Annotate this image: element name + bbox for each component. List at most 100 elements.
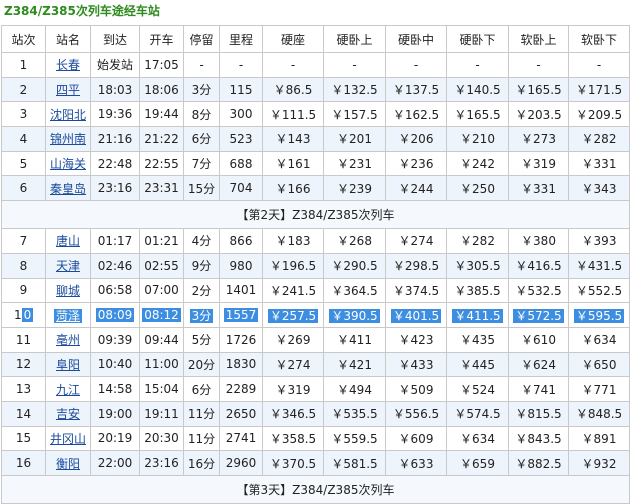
table-row[interactable]: 3 沈阳北 19:36 19:44 8分 300 ￥111.5 ￥157.5 ￥162.5 ￥16… (1, 101, 630, 128)
cell-text: 20分 (187, 357, 216, 372)
cell-station[interactable]: 吉安 (45, 400, 91, 427)
station-link[interactable]: 吉安 (56, 407, 80, 421)
station-link[interactable]: 阜阳 (56, 358, 80, 372)
cell-hard-seat: ￥161 (262, 150, 324, 177)
cell-text: ￥157.5 (331, 107, 378, 122)
table-row[interactable]: 5 山海关 22:48 22:55 7分 688 ￥161 ￥231 ￥236 ￥242 ￥319 ￥… (1, 150, 630, 177)
cell-arrive: 10:40 (90, 351, 140, 378)
cell-station[interactable]: 亳州 (45, 326, 91, 353)
cell-depart: 20:30 (139, 425, 184, 452)
cell-mileage: 866 (219, 228, 263, 254)
station-link[interactable]: 四平 (56, 83, 80, 97)
cell-station[interactable]: 聊城 (45, 277, 91, 304)
cell-hard-sleeper-middle: ￥433 (385, 351, 447, 378)
cell-stop: 11分 (183, 400, 220, 427)
day-separator: 【第2天】Z384/Z385次列车 (1, 200, 630, 230)
cell-text: - (290, 57, 296, 72)
station-link[interactable]: 山海关 (50, 157, 86, 171)
station-link[interactable]: 唐山 (56, 234, 80, 248)
cell-index: 1 (1, 52, 46, 78)
cell-text: 13 (15, 382, 32, 397)
table-row[interactable]: 2 四平 18:03 18:06 3分 115 ￥86.5 ￥132.5 ￥137.5 ￥140.… (1, 76, 630, 103)
station-link[interactable]: 天津 (56, 259, 80, 273)
selection-highlight: 菏泽 (53, 308, 82, 323)
cell-hard-sleeper-upper: ￥239 (323, 175, 386, 202)
cell-depart: 22:55 (139, 150, 184, 177)
station-link[interactable]: 长春 (56, 58, 80, 72)
cell-text: ￥241.5 (269, 283, 317, 298)
cell-hard-seat: ￥358.5 (262, 425, 324, 452)
cell-index: 10 (1, 302, 46, 328)
cell-station[interactable]: 天津 (45, 252, 91, 279)
cell-text: 7分 (191, 157, 212, 172)
cell-depart: 19:44 (139, 101, 184, 128)
cell-station[interactable]: 衡阳 (45, 450, 91, 476)
cell-depart: 07:00 (139, 277, 184, 304)
table-row[interactable]: 15 井冈山 20:19 20:30 11分 2741 ￥358.5 ￥559.5 ￥609 ￥6… (1, 425, 630, 452)
cell-text: ￥650 (581, 357, 617, 372)
table-row[interactable]: 11 亳州 09:39 09:44 5分 1726 ￥269 ￥411 ￥423 ￥435 ￥610… (1, 326, 630, 353)
station-link[interactable]: 锦州南 (50, 132, 86, 146)
station-link[interactable]: 衡阳 (56, 457, 80, 471)
cell-station[interactable]: 菏泽 (45, 302, 91, 328)
table-row[interactable]: 16 衡阳 22:00 23:16 16分 2960 ￥370.5 ￥581.5 ￥633 ￥65… (1, 450, 630, 476)
cell-station[interactable]: 锦州南 (45, 126, 91, 152)
table-row[interactable]: 13 九江 14:58 15:04 6分 2289 ￥319 ￥494 ￥509 ￥524 ￥741… (1, 376, 630, 402)
cell-text: ￥162.5 (392, 107, 440, 122)
table-row-selected[interactable]: 1 0 菏泽 08:09 08:12 3分 1557 ￥257.5 ￥390.5 ￥401.5 ￥4… (1, 302, 630, 328)
cell-text: 1557 (225, 308, 257, 323)
cell-station[interactable]: 四平 (45, 76, 91, 103)
cell-text: ￥445 (460, 357, 495, 372)
table-row[interactable]: 14 吉安 19:00 19:11 11分 2650 ￥346.5 ￥535.5 ￥556.5 ￥… (1, 400, 630, 427)
cell-text: 688 (229, 156, 253, 171)
station-link[interactable]: 聊城 (56, 284, 80, 298)
cell-text: 23:16 (144, 456, 179, 471)
cell-hard-sleeper-middle: ￥509 (385, 376, 447, 402)
cell-text: 08:09 (97, 308, 133, 323)
cell-hard-seat: ￥111.5 (262, 101, 324, 128)
station-link[interactable]: 亳州 (56, 333, 80, 347)
column-header: 硬卧下 (446, 25, 509, 53)
table-row[interactable]: 6 秦皇岛 23:16 23:31 15分 704 ￥166 ￥239 ￥244 ￥250 ￥331… (1, 175, 630, 202)
cell-station[interactable]: 唐山 (45, 228, 91, 254)
selection-highlight: ￥411.5 (452, 308, 503, 323)
cell-station[interactable]: 阜阳 (45, 351, 91, 378)
cell-hard-sleeper-middle: ￥244 (385, 175, 447, 202)
table-row[interactable]: 9 聊城 06:58 07:00 2分 1401 ￥241.5 ￥364.5 ￥374.5 ￥38… (1, 277, 630, 304)
cell-hard-sleeper-middle: ￥137.5 (385, 76, 447, 103)
station-link[interactable]: 九江 (56, 383, 80, 397)
selection-highlight: 1557 (223, 308, 259, 323)
table-row[interactable]: 4 锦州南 21:16 21:22 6分 523 ￥143 ￥201 ￥206 ￥210 ￥273 ￥… (1, 126, 630, 152)
cell-text: 11 (15, 332, 32, 347)
table-row[interactable]: 1 长春 始发站 17:05 - - - - - - - - (1, 52, 630, 78)
cell-station[interactable]: 沈阳北 (45, 101, 91, 128)
station-link[interactable]: 菏泽 (56, 309, 80, 323)
cell-station[interactable]: 井冈山 (45, 425, 91, 452)
cell-hard-seat: ￥86.5 (262, 76, 324, 103)
cell-station[interactable]: 山海关 (45, 150, 91, 177)
cell-soft-sleeper-upper: ￥165.5 (508, 76, 569, 103)
cell-text: 14:58 (97, 382, 133, 397)
table-row[interactable]: 7 唐山 01:17 01:21 4分 866 ￥183 ￥268 ￥274 ￥282 ￥380 ￥3… (1, 228, 630, 254)
cell-text: 3分 (191, 83, 212, 98)
cell-text: 3分 (191, 308, 212, 323)
cell-station[interactable]: 九江 (45, 376, 91, 402)
cell-station[interactable]: 秦皇岛 (45, 175, 91, 202)
cell-index: 14 (1, 400, 46, 427)
cell-hard-seat: ￥346.5 (262, 400, 324, 427)
station-link[interactable]: 秦皇岛 (50, 182, 86, 196)
table-row[interactable]: 8 天津 02:46 02:55 9分 980 ￥196.5 ￥290.5 ￥298.5 ￥305… (1, 252, 630, 279)
cell-text: ￥282 (581, 132, 617, 147)
station-link[interactable]: 井冈山 (50, 432, 86, 446)
cell-text: ￥411 (337, 333, 372, 348)
cell-depart: 15:04 (139, 376, 184, 402)
cell-text: 300 (229, 107, 253, 122)
cell-depart: 17:05 (139, 52, 184, 78)
cell-station[interactable]: 长春 (45, 52, 91, 78)
table-row[interactable]: 12 阜阳 10:40 11:00 20分 1830 ￥274 ￥421 ￥433 ￥445 ￥62… (1, 351, 630, 378)
cell-mileage: 300 (219, 101, 263, 128)
station-link[interactable]: 沈阳北 (50, 108, 86, 122)
cell-stop: - (183, 52, 220, 78)
column-header: 站名 (45, 25, 91, 53)
cell-hard-sleeper-lower: ￥250 (446, 175, 509, 202)
